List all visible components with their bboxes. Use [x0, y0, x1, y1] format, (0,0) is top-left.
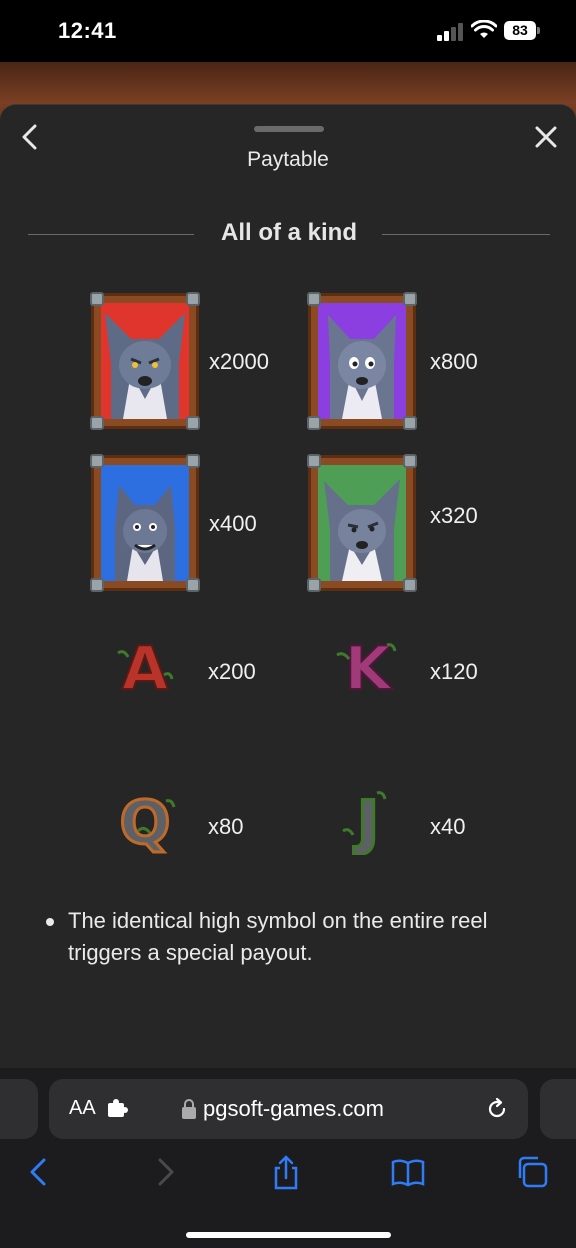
letter-k-icon: K: [336, 633, 397, 701]
reload-icon[interactable]: [485, 1097, 509, 1121]
bullet-icon: [46, 918, 54, 926]
section-header: All of a kind: [28, 217, 550, 251]
svg-text:K: K: [345, 634, 394, 701]
symbol-frame: [307, 292, 417, 430]
reader-settings-button[interactable]: AA: [69, 1097, 96, 1120]
previous-tab-peek[interactable]: [0, 1079, 38, 1139]
rule-note-text: The identical high symbol on the entire …: [68, 908, 488, 965]
symbol-multiplier: x400: [209, 511, 257, 536]
letter-a-icon: A: [117, 633, 174, 701]
symbol-frame: [307, 454, 417, 592]
browser-navbar: [0, 1154, 576, 1204]
back-icon[interactable]: [22, 1154, 58, 1190]
screen: 12:41 83 Paytable All of a kind x2000 x8…: [0, 0, 576, 1248]
drag-handle[interactable]: [254, 126, 324, 132]
battery-tip: [537, 27, 540, 34]
home-indicator[interactable]: [186, 1232, 391, 1238]
symbol-frame: [90, 292, 200, 430]
status-time: 12:41: [58, 18, 117, 43]
symbol-multiplier: x80: [208, 814, 244, 839]
extension-icon[interactable]: [107, 1099, 129, 1119]
paytable-panel: Paytable All of a kind x2000 x800 x400 x…: [0, 104, 576, 1084]
reader-settings-label: AA: [69, 1097, 96, 1119]
wolf-portrait-red: [101, 303, 189, 419]
forward-icon[interactable]: [146, 1154, 182, 1190]
status-bar: 12:41 83: [0, 0, 576, 62]
symbol-multiplier: x800: [430, 349, 478, 374]
url-text: pgsoft-games.com: [203, 1096, 384, 1121]
wolf-portrait-blue: [101, 465, 189, 581]
lock-icon: [182, 1099, 196, 1119]
svg-text:Q: Q: [119, 788, 170, 855]
cellular-signal-icon: [437, 23, 465, 41]
browser-toolbar: AA pgsoft-games.com: [0, 1068, 576, 1248]
battery-level: 83: [504, 21, 536, 40]
wolf-portrait-green: [318, 465, 406, 581]
share-icon[interactable]: [268, 1154, 304, 1190]
section-title: All of a kind: [220, 219, 357, 246]
symbol-multiplier: x120: [430, 659, 478, 684]
bookmarks-icon[interactable]: [390, 1154, 426, 1190]
wolf-portrait-purple: [318, 303, 406, 419]
symbol-multiplier: x320: [430, 503, 478, 528]
tabs-icon[interactable]: [514, 1154, 550, 1190]
wifi-icon: [471, 20, 497, 38]
divider-right: [382, 234, 550, 235]
svg-text:J: J: [353, 788, 379, 855]
symbol-multiplier: x200: [208, 659, 256, 684]
symbol-frame: [90, 454, 200, 592]
svg-text:A: A: [122, 634, 169, 701]
letter-q-icon: Q: [118, 787, 176, 855]
symbol-multiplier: x2000: [209, 349, 269, 374]
symbol-multiplier: x40: [430, 814, 466, 839]
letter-j-icon: J: [342, 787, 387, 855]
address-bar[interactable]: AA pgsoft-games.com: [49, 1079, 528, 1139]
panel-title: Paytable: [247, 148, 329, 171]
next-tab-peek[interactable]: [540, 1079, 576, 1139]
